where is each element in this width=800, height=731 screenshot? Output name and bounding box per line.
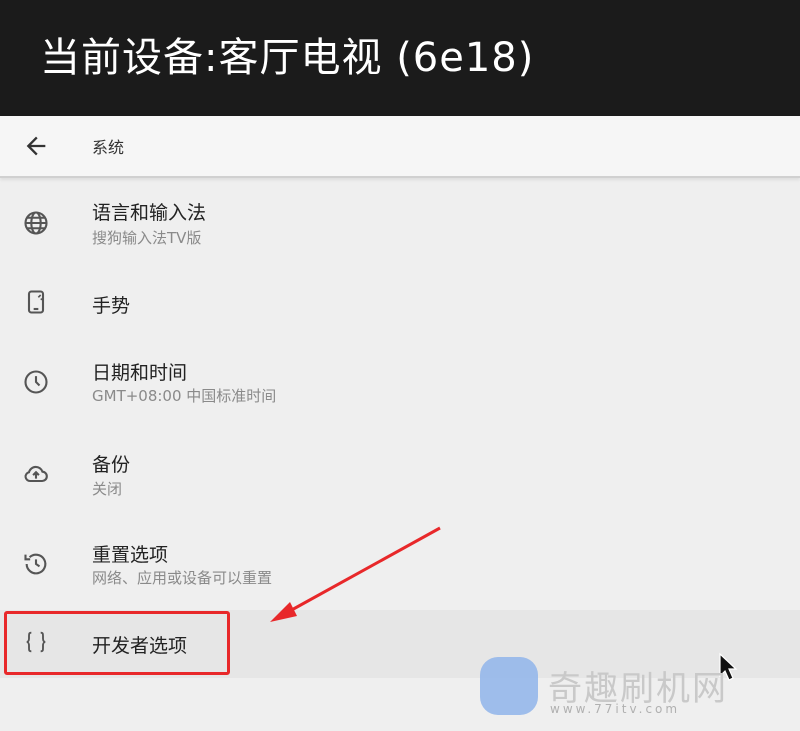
settings-item-gestures[interactable]: 手势 bbox=[0, 258, 800, 348]
item-subtitle: 关闭 bbox=[92, 480, 123, 498]
phone-gesture-icon bbox=[27, 290, 45, 314]
history-icon bbox=[24, 553, 47, 575]
settings-item-datetime[interactable]: 日期和时间 GMT+08:00 中国标准时间 bbox=[0, 338, 800, 428]
item-subtitle: 搜狗输入法TV版 bbox=[92, 229, 202, 247]
clock-icon bbox=[24, 370, 48, 394]
device-title: 当前设备:客厅电视 (6e18) bbox=[40, 35, 535, 81]
page-title: 系统 bbox=[92, 138, 125, 157]
annotation-highlight-box bbox=[4, 611, 230, 675]
item-title: 语言和输入法 bbox=[92, 202, 207, 224]
settings-item-reset[interactable]: 重置选项 网络、应用或设备可以重置 bbox=[0, 520, 800, 610]
settings-item-language[interactable]: 语言和输入法 搜狗输入法TV版 bbox=[0, 178, 800, 268]
item-subtitle: GMT+08:00 中国标准时间 bbox=[92, 387, 277, 405]
settings-item-backup[interactable]: 备份 关闭 bbox=[0, 430, 800, 520]
globe-icon bbox=[24, 211, 48, 235]
item-title: 手势 bbox=[92, 295, 131, 317]
item-title: 备份 bbox=[92, 454, 131, 476]
app-bar: 系统 bbox=[0, 116, 800, 178]
watermark-url: www.77itv.com bbox=[550, 702, 681, 716]
item-title: 重置选项 bbox=[92, 544, 169, 566]
watermark-logo-icon bbox=[480, 657, 538, 715]
cloud-upload-icon bbox=[24, 465, 48, 483]
window-header: 当前设备:客厅电视 (6e18) bbox=[0, 0, 800, 116]
item-title: 日期和时间 bbox=[92, 362, 188, 384]
item-subtitle: 网络、应用或设备可以重置 bbox=[92, 569, 273, 587]
watermark: 奇趣刷机网 www.77itv.com bbox=[480, 655, 780, 725]
arrow-left-icon[interactable] bbox=[22, 132, 50, 160]
